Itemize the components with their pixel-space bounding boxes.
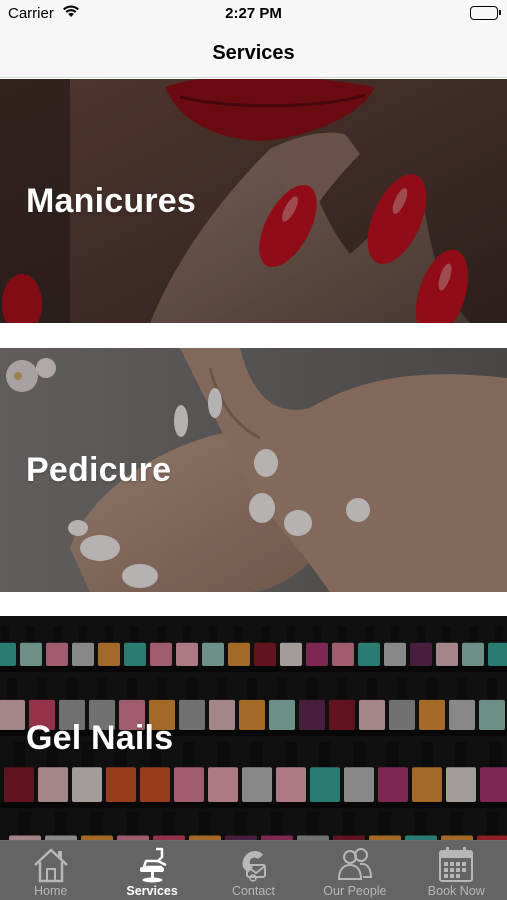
tab-label-book-now: Book Now <box>427 884 485 898</box>
tab-label-our-people: Our People <box>323 884 387 898</box>
salon-chair-icon <box>132 845 172 883</box>
tab-bar: Home Services Contact Our People Book No… <box>0 840 507 900</box>
tab-book-now[interactable]: Book Now <box>406 841 507 900</box>
battery-icon <box>470 6 501 20</box>
status-bar: Carrier 2:27 PM <box>0 0 507 30</box>
services-list[interactable]: Manicures Pedicure Gel Nails <box>0 79 507 840</box>
calendar-icon <box>436 845 476 883</box>
tab-our-people[interactable]: Our People <box>304 841 405 900</box>
service-card-manicures[interactable]: Manicures <box>0 79 507 323</box>
home-icon <box>31 845 71 883</box>
clock-time: 2:27 PM <box>225 5 282 22</box>
tab-services[interactable]: Services <box>101 841 202 900</box>
people-icon <box>335 845 375 883</box>
tab-contact[interactable]: Contact <box>203 841 304 900</box>
page-title: Services <box>212 42 295 64</box>
tab-label-contact: Contact <box>231 884 276 898</box>
tab-label-home: Home <box>34 884 68 898</box>
service-label-manicures: Manicures <box>26 182 196 220</box>
service-card-pedicure[interactable]: Pedicure <box>0 348 507 592</box>
contact-phone-icon <box>233 845 273 883</box>
service-label-gel-nails: Gel Nails <box>26 719 174 757</box>
tab-home[interactable]: Home <box>0 841 101 900</box>
service-card-gel-nails[interactable]: Gel Nails <box>0 616 507 840</box>
navigation-bar: Services <box>0 30 507 78</box>
tab-label-services: Services <box>126 884 178 898</box>
service-label-pedicure: Pedicure <box>26 451 172 489</box>
